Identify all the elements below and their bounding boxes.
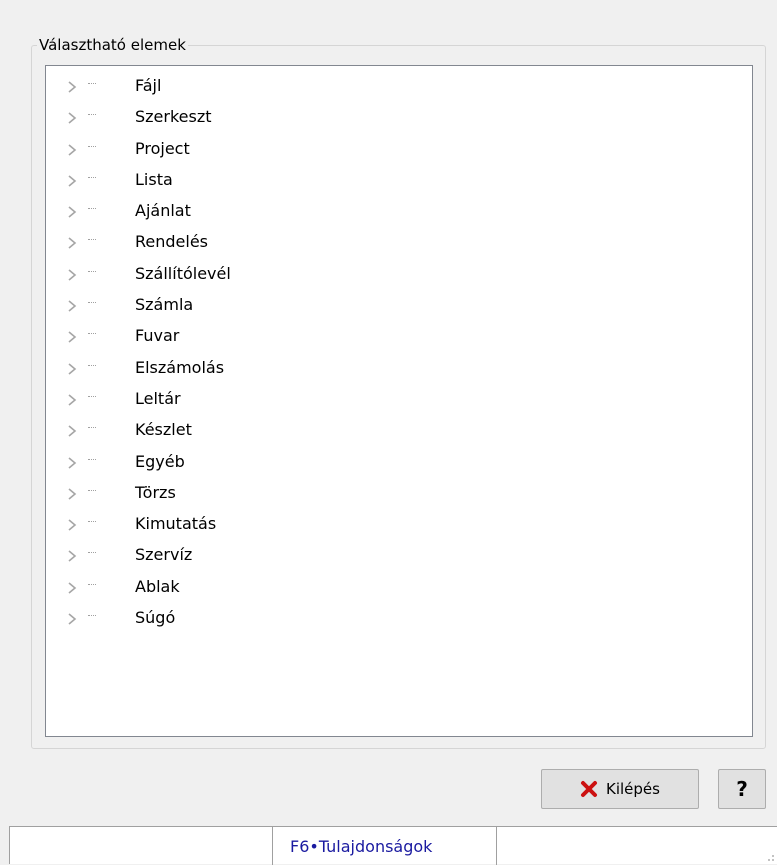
tree-item-label: Készlet: [135, 420, 192, 440]
tree-connector-line: [88, 395, 96, 399]
chevron-right-icon[interactable]: [65, 612, 79, 626]
tree-item[interactable]: Elszámolás: [46, 354, 752, 385]
tree-connector-line: [88, 489, 96, 493]
tree-item-label: Fájl: [135, 76, 162, 95]
chevron-right-icon[interactable]: [65, 487, 79, 501]
tree-item-label: Ablak: [135, 576, 180, 596]
tree-item[interactable]: Leltár: [46, 385, 752, 416]
tree-connector-line: [88, 83, 96, 86]
tree-item[interactable]: Lista: [46, 166, 752, 197]
tree-connector-line: [88, 364, 96, 368]
tree-item[interactable]: Project: [46, 135, 752, 166]
tree-item[interactable]: Egyéb: [46, 448, 752, 479]
resize-grip-icon[interactable]: [763, 850, 775, 862]
groupbox-title: Választható elemek: [37, 36, 188, 54]
menu-tree[interactable]: Fájl Szerkeszt Project Lista Ajánlat Rendelés…: [45, 65, 753, 737]
tree-connector-line: [88, 615, 96, 618]
tree-item[interactable]: Súgó: [46, 604, 752, 635]
chevron-right-icon[interactable]: [65, 268, 79, 282]
tree-item[interactable]: Törzs: [46, 479, 752, 510]
exit-button[interactable]: Kilépés: [541, 769, 699, 809]
tree-item[interactable]: Fájl: [46, 72, 752, 103]
tree-connector-line: [88, 270, 96, 274]
tree-item-label: Ajánlat: [135, 201, 191, 221]
tree-item[interactable]: Számla: [46, 291, 752, 322]
chevron-right-icon[interactable]: [65, 205, 79, 219]
tree-item[interactable]: Szerkeszt: [46, 103, 752, 134]
chevron-right-icon[interactable]: [65, 549, 79, 563]
chevron-right-icon[interactable]: [65, 393, 79, 407]
tree-connector-line: [88, 583, 96, 587]
chevron-right-icon[interactable]: [65, 236, 79, 250]
status-bar: F6•Tulajdonságok: [9, 826, 777, 865]
tree-item[interactable]: Készlet: [46, 416, 752, 447]
tree-item-label: Lista: [135, 169, 173, 189]
tree-item-label: Szállítólevél: [135, 263, 231, 283]
tree-connector-line: [88, 145, 96, 149]
chevron-right-icon[interactable]: [65, 111, 79, 125]
tree-item-label: Számla: [135, 295, 194, 315]
tree-item[interactable]: Ajánlat: [46, 197, 752, 228]
tree-item[interactable]: Szállítólevél: [46, 260, 752, 291]
tree-item-label: Leltár: [135, 388, 181, 408]
tree-connector-line: [88, 552, 96, 555]
chevron-right-icon[interactable]: [65, 581, 79, 595]
chevron-right-icon[interactable]: [65, 330, 79, 344]
tree-item[interactable]: Fuvar: [46, 322, 752, 353]
tree-connector-line: [88, 239, 96, 242]
chevron-right-icon[interactable]: [65, 80, 79, 94]
help-button[interactable]: ?: [718, 769, 766, 809]
tree-connector-line: [88, 302, 96, 305]
chevron-right-icon[interactable]: [65, 424, 79, 438]
status-panel: F6•Tulajdonságok: [272, 827, 497, 865]
tree-item-label: Szerkeszt: [135, 107, 212, 127]
chevron-right-icon[interactable]: [65, 143, 79, 157]
tree-connector-line: [88, 176, 96, 180]
tree-item-label: Rendelés: [135, 232, 209, 252]
tree-item-label: Súgó: [135, 608, 176, 628]
tree-connector-line: [88, 333, 96, 336]
red-x-icon: [581, 781, 598, 797]
tree-item-label: Fuvar: [135, 326, 180, 346]
tree-list: Fájl Szerkeszt Project Lista Ajánlat Rendelés…: [46, 72, 752, 635]
tree-item[interactable]: Ablak: [46, 573, 752, 604]
tree-item-label: Egyéb: [135, 451, 185, 471]
tree-item-label: Szervíz: [135, 545, 193, 565]
tree-connector-line: [88, 427, 96, 430]
tree-connector-line: [88, 521, 96, 524]
chevron-right-icon[interactable]: [65, 456, 79, 470]
tree-connector-line: [88, 208, 96, 211]
tree-item[interactable]: Kimutatás: [46, 510, 752, 541]
tree-item[interactable]: Szervíz: [46, 541, 752, 572]
tree-connector-line: [88, 114, 96, 117]
tree-item-label: Kimutatás: [135, 514, 217, 534]
exit-button-label: Kilépés: [606, 780, 660, 798]
chevron-right-icon[interactable]: [65, 299, 79, 313]
chevron-right-icon[interactable]: [65, 362, 79, 376]
tree-item-label: Elszámolás: [135, 357, 225, 377]
tree-item[interactable]: Rendelés: [46, 228, 752, 259]
tree-item-label: Project: [135, 138, 190, 158]
chevron-right-icon[interactable]: [65, 174, 79, 188]
tree-item-label: Törzs: [135, 482, 176, 502]
help-button-label: ?: [736, 777, 748, 801]
chevron-right-icon[interactable]: [65, 518, 79, 532]
tree-connector-line: [88, 458, 96, 462]
status-properties-hint: F6•Tulajdonságok: [290, 837, 433, 856]
